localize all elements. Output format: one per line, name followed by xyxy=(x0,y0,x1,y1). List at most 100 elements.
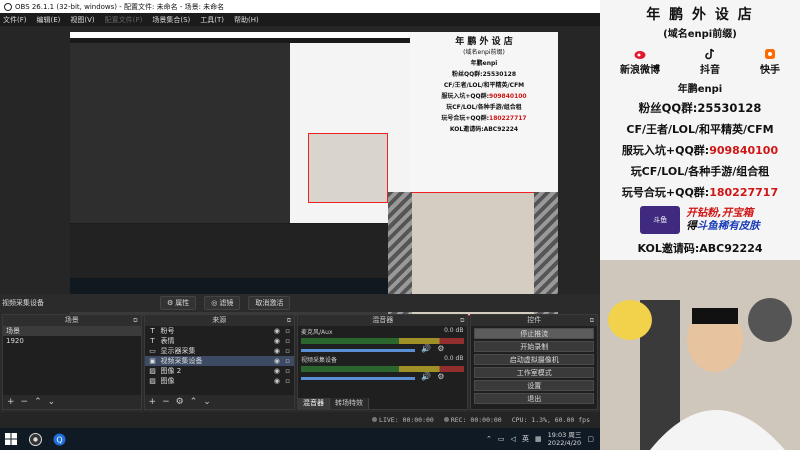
eye-icon[interactable]: ◉ xyxy=(274,367,280,375)
tab-transitions[interactable]: 转场特效 xyxy=(330,398,370,409)
source-label: 图像 2 xyxy=(160,367,182,375)
eye-icon[interactable]: ◉ xyxy=(274,377,280,385)
eye-icon[interactable]: ◉ xyxy=(274,347,280,355)
dock-float-icon[interactable]: ⧉ xyxy=(460,315,464,326)
gear-icon[interactable]: ⚙ xyxy=(176,397,184,407)
add-icon[interactable]: + xyxy=(7,397,15,407)
settings-button[interactable]: 设置 xyxy=(474,380,594,391)
sources-dock: 来源 ⧉ T 粉号 ◉ ▫ T 表情 ◉ ▫ ▭ 显示器采集 ◉ ▫ ▣ 视频采… xyxy=(143,314,296,410)
preview-games-line2: 玩CF/LOL/各种手游/组合租 xyxy=(446,104,522,111)
notification-icon[interactable]: ▢ xyxy=(587,435,594,443)
exit-button[interactable]: 退出 xyxy=(474,393,594,404)
weibo-icon xyxy=(634,51,646,59)
lock-icon[interactable]: ▫ xyxy=(285,327,290,335)
shop-poster: 年 鹏 外 设 店 (域名enpi前缀) 新浪微博 抖音 快手 年鹏enpi 粉… xyxy=(600,0,800,260)
filters-label: 滤镜 xyxy=(219,299,234,307)
mixer-title: 混音器 xyxy=(372,316,394,324)
properties-button[interactable]: ⚙ 属性 xyxy=(160,296,197,310)
source-item[interactable]: ▣ 视频采集设备 ◉ ▫ xyxy=(144,356,295,366)
combo-label: 玩号合玩+QQ群: xyxy=(621,186,710,199)
gear-icon[interactable]: ⚙ xyxy=(437,372,444,381)
source-item[interactable]: T 粉号 ◉ ▫ xyxy=(145,326,294,336)
eye-icon[interactable]: ◉ xyxy=(274,327,280,335)
mixer-channel: 视频采集设备 0.0 dB 🔊 ⚙ xyxy=(298,354,467,382)
menu-edit[interactable]: 编辑(E) xyxy=(37,15,61,25)
menu-help[interactable]: 帮助(H) xyxy=(234,15,259,25)
obs-titlebar[interactable]: OBS 26.1.1 (32-bit, windows) - 配置文件: 未命名… xyxy=(0,0,600,13)
speaker-icon[interactable]: 🔊 xyxy=(421,344,431,353)
dock-float-icon[interactable]: ⧉ xyxy=(590,315,594,326)
source-item[interactable]: ▭ 显示器采集 ◉ ▫ xyxy=(145,346,294,356)
windows-start-icon[interactable] xyxy=(4,432,18,446)
source-label: 表情 xyxy=(160,337,175,345)
promo-c: 得 xyxy=(686,220,697,232)
source-item[interactable]: T 表情 ◉ ▫ xyxy=(145,336,294,346)
browser-taskbar-icon[interactable]: Q xyxy=(52,432,66,446)
source-item[interactable]: ▨ 图像 2 ◉ ▫ xyxy=(145,366,294,376)
filters-button[interactable]: ◎ 滤镜 xyxy=(204,296,241,310)
studio-mode-button[interactable]: 工作室模式 xyxy=(474,367,594,378)
remove-icon[interactable]: − xyxy=(162,397,170,407)
cpu-status: CPU: 1.3%, 60.00 fps xyxy=(511,416,590,424)
obs-logo-icon xyxy=(4,2,12,11)
add-icon[interactable]: + xyxy=(149,397,157,407)
source-item[interactable]: ▨ 图像 ◉ ▫ xyxy=(145,376,294,386)
volume-slider[interactable] xyxy=(301,348,416,352)
menu-profile[interactable]: 配置文件(P) xyxy=(105,15,143,25)
move-up-icon[interactable]: ⌃ xyxy=(34,397,42,407)
start-virtual-camera-button[interactable]: 启动虚拟摄像机 xyxy=(474,354,594,365)
start-recording-button[interactable]: 开始录制 xyxy=(474,341,594,352)
volume-meter xyxy=(301,338,465,344)
scene-item[interactable]: 1920 xyxy=(3,336,141,346)
gear-icon[interactable]: ⚙ xyxy=(437,344,444,353)
remove-icon[interactable]: − xyxy=(21,397,29,407)
speaker-icon[interactable]: 🔊 xyxy=(421,372,431,381)
obs-taskbar-icon[interactable] xyxy=(28,432,42,446)
preview-area[interactable]: 年 鹏 外 设 店 (域名enpi前缀) 年鹏enpi 粉丝QQ群:255301… xyxy=(0,26,600,316)
move-down-icon[interactable]: ⌄ xyxy=(203,397,211,407)
tab-mixer[interactable]: 混音器 xyxy=(298,398,331,409)
menu-view[interactable]: 视图(V) xyxy=(70,15,94,25)
menu-scene-collection[interactable]: 场景集合(S) xyxy=(152,15,190,25)
douyin-icon xyxy=(705,48,715,60)
nested-obs-capture xyxy=(70,32,410,294)
stop-streaming-button[interactable]: 停止推流 xyxy=(474,328,594,339)
poster-title: 年 鹏 外 设 店 xyxy=(646,7,754,23)
lock-icon[interactable]: ▫ xyxy=(285,357,290,365)
menu-tools[interactable]: 工具(T) xyxy=(200,15,224,25)
eye-icon[interactable]: ◉ xyxy=(274,337,280,345)
volume-icon[interactable]: ◁ xyxy=(511,435,516,443)
preview-canvas[interactable]: 年 鹏 外 设 店 (域名enpi前缀) 年鹏enpi 粉丝QQ群:255301… xyxy=(70,32,558,316)
deactivate-button[interactable]: 取消激活 xyxy=(248,296,291,310)
fan-group-num: 25530128 xyxy=(697,101,762,115)
lock-icon[interactable]: ▫ xyxy=(285,337,290,345)
preview-fan-label: 粉丝QQ群: xyxy=(451,71,483,78)
lock-icon[interactable]: ▫ xyxy=(285,347,290,355)
promo-b: 开宝箱 xyxy=(721,207,754,219)
live-status: LIVE: 00:00:00 xyxy=(372,416,434,424)
tray-expand-icon[interactable]: ⌃ xyxy=(486,435,492,443)
nested-webcam xyxy=(308,133,388,203)
clock[interactable]: 19:03 周三 2022/4/20 xyxy=(548,431,582,447)
volume-slider[interactable] xyxy=(301,376,416,380)
live-dot-icon xyxy=(372,417,378,422)
lock-icon[interactable]: ▫ xyxy=(285,377,290,385)
source-label: 粉号 xyxy=(160,327,175,335)
input-language[interactable]: 英 xyxy=(522,434,529,444)
social-links: 新浪微博 抖音 快手 xyxy=(600,48,800,76)
menu-file[interactable]: 文件(F) xyxy=(3,15,27,25)
obs-window: OBS 26.1.1 (32-bit, windows) - 配置文件: 未命名… xyxy=(0,0,600,428)
dock-float-icon[interactable]: ⧉ xyxy=(287,315,291,326)
scene-item[interactable]: 场景 xyxy=(3,326,141,336)
move-up-icon[interactable]: ⌃ xyxy=(190,397,198,407)
mixer-dock: 混音器 ⧉ 麦克风/Aux 0.0 dB 🔊 ⚙ 视频采集设备 0.0 dB 🔊 … xyxy=(297,314,469,410)
move-down-icon[interactable]: ⌄ xyxy=(48,397,56,407)
mixer-channel: 麦克风/Aux 0.0 dB 🔊 ⚙ xyxy=(298,326,467,354)
ime-icon[interactable]: ▦ xyxy=(535,435,542,443)
channel-db: 0.0 dB xyxy=(444,327,464,334)
dock-float-icon[interactable]: ⧉ xyxy=(133,315,137,326)
preview-poster-source: 年 鹏 外 设 店 (域名enpi前缀) 年鹏enpi 粉丝QQ群:255301… xyxy=(410,32,558,192)
lock-icon[interactable]: ▫ xyxy=(285,367,290,375)
network-icon[interactable]: ▭ xyxy=(498,435,505,443)
eye-icon[interactable]: ◉ xyxy=(274,357,280,365)
